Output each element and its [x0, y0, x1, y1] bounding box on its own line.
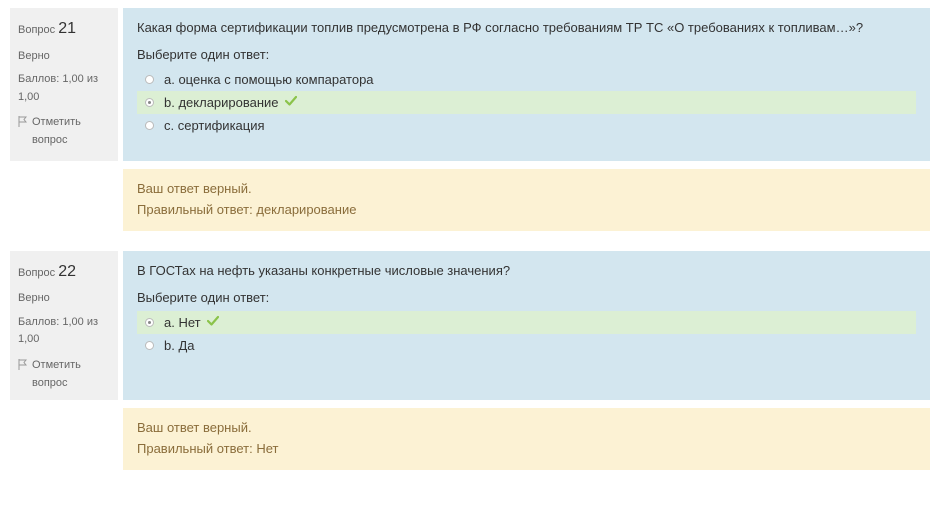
question-number: 21: [58, 20, 76, 37]
option-row[interactable]: a. оценка с помощью компаратора: [137, 68, 916, 91]
radio-icon: [145, 121, 154, 130]
question-text: Какая форма сертификации топлив предусмо…: [137, 20, 916, 35]
flag-icon: [18, 116, 27, 127]
question-status: Верно: [18, 48, 110, 66]
question-score: Баллов: 1,00 из 1,00: [18, 71, 110, 106]
feedback-block: Ваш ответ верный. Правильный ответ: Нет: [123, 408, 930, 470]
question-block: Вопрос 21 Верно Баллов: 1,00 из 1,00 Отм…: [0, 8, 940, 161]
option-row[interactable]: c. сертификация: [137, 114, 916, 137]
checkmark-icon: [207, 315, 219, 330]
question-label: Вопрос: [18, 24, 55, 36]
option-label: a. Нет: [164, 315, 201, 330]
flag-question-link[interactable]: Отметить вопрос: [18, 357, 110, 392]
radio-icon: [145, 75, 154, 84]
options-list: a. оценка с помощью компаратора b. декла…: [137, 68, 916, 137]
question-status: Верно: [18, 290, 110, 308]
question-content: В ГОСТах на нефть указаны конкретные чис…: [123, 251, 930, 401]
question-label: Вопрос: [18, 267, 55, 279]
question-info-panel: Вопрос 22 Верно Баллов: 1,00 из 1,00 Отм…: [10, 251, 118, 401]
question-text: В ГОСТах на нефть указаны конкретные чис…: [137, 263, 916, 278]
option-label: c. сертификация: [164, 118, 265, 133]
question-label-row: Вопрос 21: [18, 16, 110, 42]
question-info-panel: Вопрос 21 Верно Баллов: 1,00 из 1,00 Отм…: [10, 8, 118, 161]
question-label-row: Вопрос 22: [18, 259, 110, 285]
feedback-correct-text: Ваш ответ верный.: [137, 418, 916, 439]
radio-icon: [145, 318, 154, 327]
option-label: a. оценка с помощью компаратора: [164, 72, 374, 87]
feedback-answer-text: Правильный ответ: декларирование: [137, 200, 916, 221]
feedback-correct-text: Ваш ответ верный.: [137, 179, 916, 200]
flag-question-link[interactable]: Отметить вопрос: [18, 114, 110, 149]
option-row[interactable]: b. Да: [137, 334, 916, 357]
question-number: 22: [58, 263, 76, 280]
option-label: b. Да: [164, 338, 195, 353]
radio-icon: [145, 98, 154, 107]
options-list: a. Нет b. Да: [137, 311, 916, 357]
checkmark-icon: [285, 95, 297, 110]
question-content: Какая форма сертификации топлив предусмо…: [123, 8, 930, 161]
flag-label: Отметить вопрос: [32, 357, 110, 392]
answer-prompt: Выберите один ответ:: [137, 47, 916, 62]
feedback-block: Ваш ответ верный. Правильный ответ: декл…: [123, 169, 930, 231]
option-row[interactable]: b. декларирование: [137, 91, 916, 114]
radio-icon: [145, 341, 154, 350]
flag-icon: [18, 359, 27, 370]
answer-prompt: Выберите один ответ:: [137, 290, 916, 305]
option-label: b. декларирование: [164, 95, 279, 110]
question-block: Вопрос 22 Верно Баллов: 1,00 из 1,00 Отм…: [0, 251, 940, 401]
feedback-answer-text: Правильный ответ: Нет: [137, 439, 916, 460]
option-row[interactable]: a. Нет: [137, 311, 916, 334]
flag-label: Отметить вопрос: [32, 114, 110, 149]
question-score: Баллов: 1,00 из 1,00: [18, 314, 110, 349]
